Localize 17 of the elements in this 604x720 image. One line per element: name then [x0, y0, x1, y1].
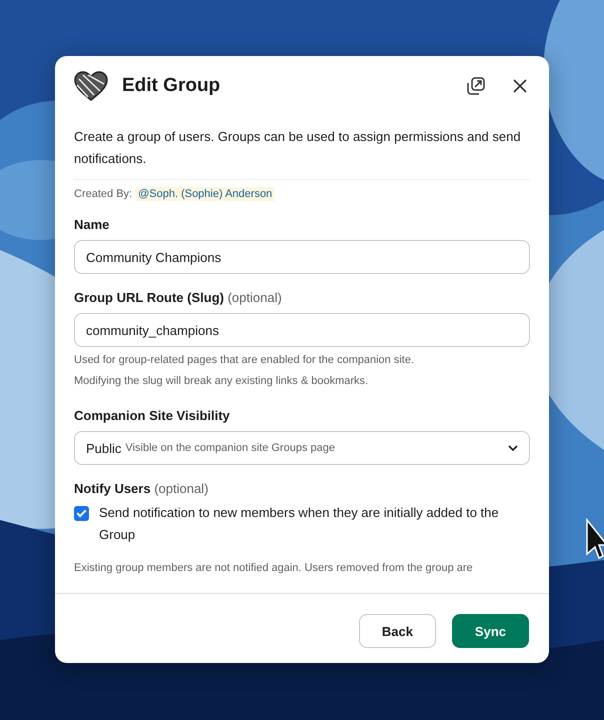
text-field[interactable]: Community Champions [74, 240, 530, 274]
user-mention[interactable]: @Soph. (Sophie) Anderson [136, 187, 274, 201]
description-text: Create a group of users. Groups can be used to assign permissions and send notifications. [74, 126, 530, 180]
back-button[interactable]: Back [358, 614, 436, 648]
help-text: Used for group-related pages that are enabled for the companion site. [74, 353, 415, 368]
sync-button[interactable]: Sync [452, 614, 529, 648]
help-text: Existing group members are not notified again. Users removed from the group are [74, 561, 474, 576]
checkbox-label[interactable]: Send notification to new members when they are initially added to the Group [99, 502, 530, 546]
created-by-label: Created By: [74, 188, 132, 200]
field-label: Group URL Route (Slug) (optional) [74, 290, 283, 305]
field-label: Companion Site Visibility [74, 408, 231, 423]
window-title: Edit Group [122, 75, 222, 97]
field-label: Notify Users (optional) [74, 481, 210, 496]
field-label: Name [74, 217, 110, 232]
visibility-dropdown[interactable]: Public Visible on the companion site Groups page [74, 431, 530, 465]
text-field[interactable]: community_champions [74, 313, 530, 347]
help-text: Modifying the slug will break any existing links & bookmarks. [74, 374, 370, 389]
